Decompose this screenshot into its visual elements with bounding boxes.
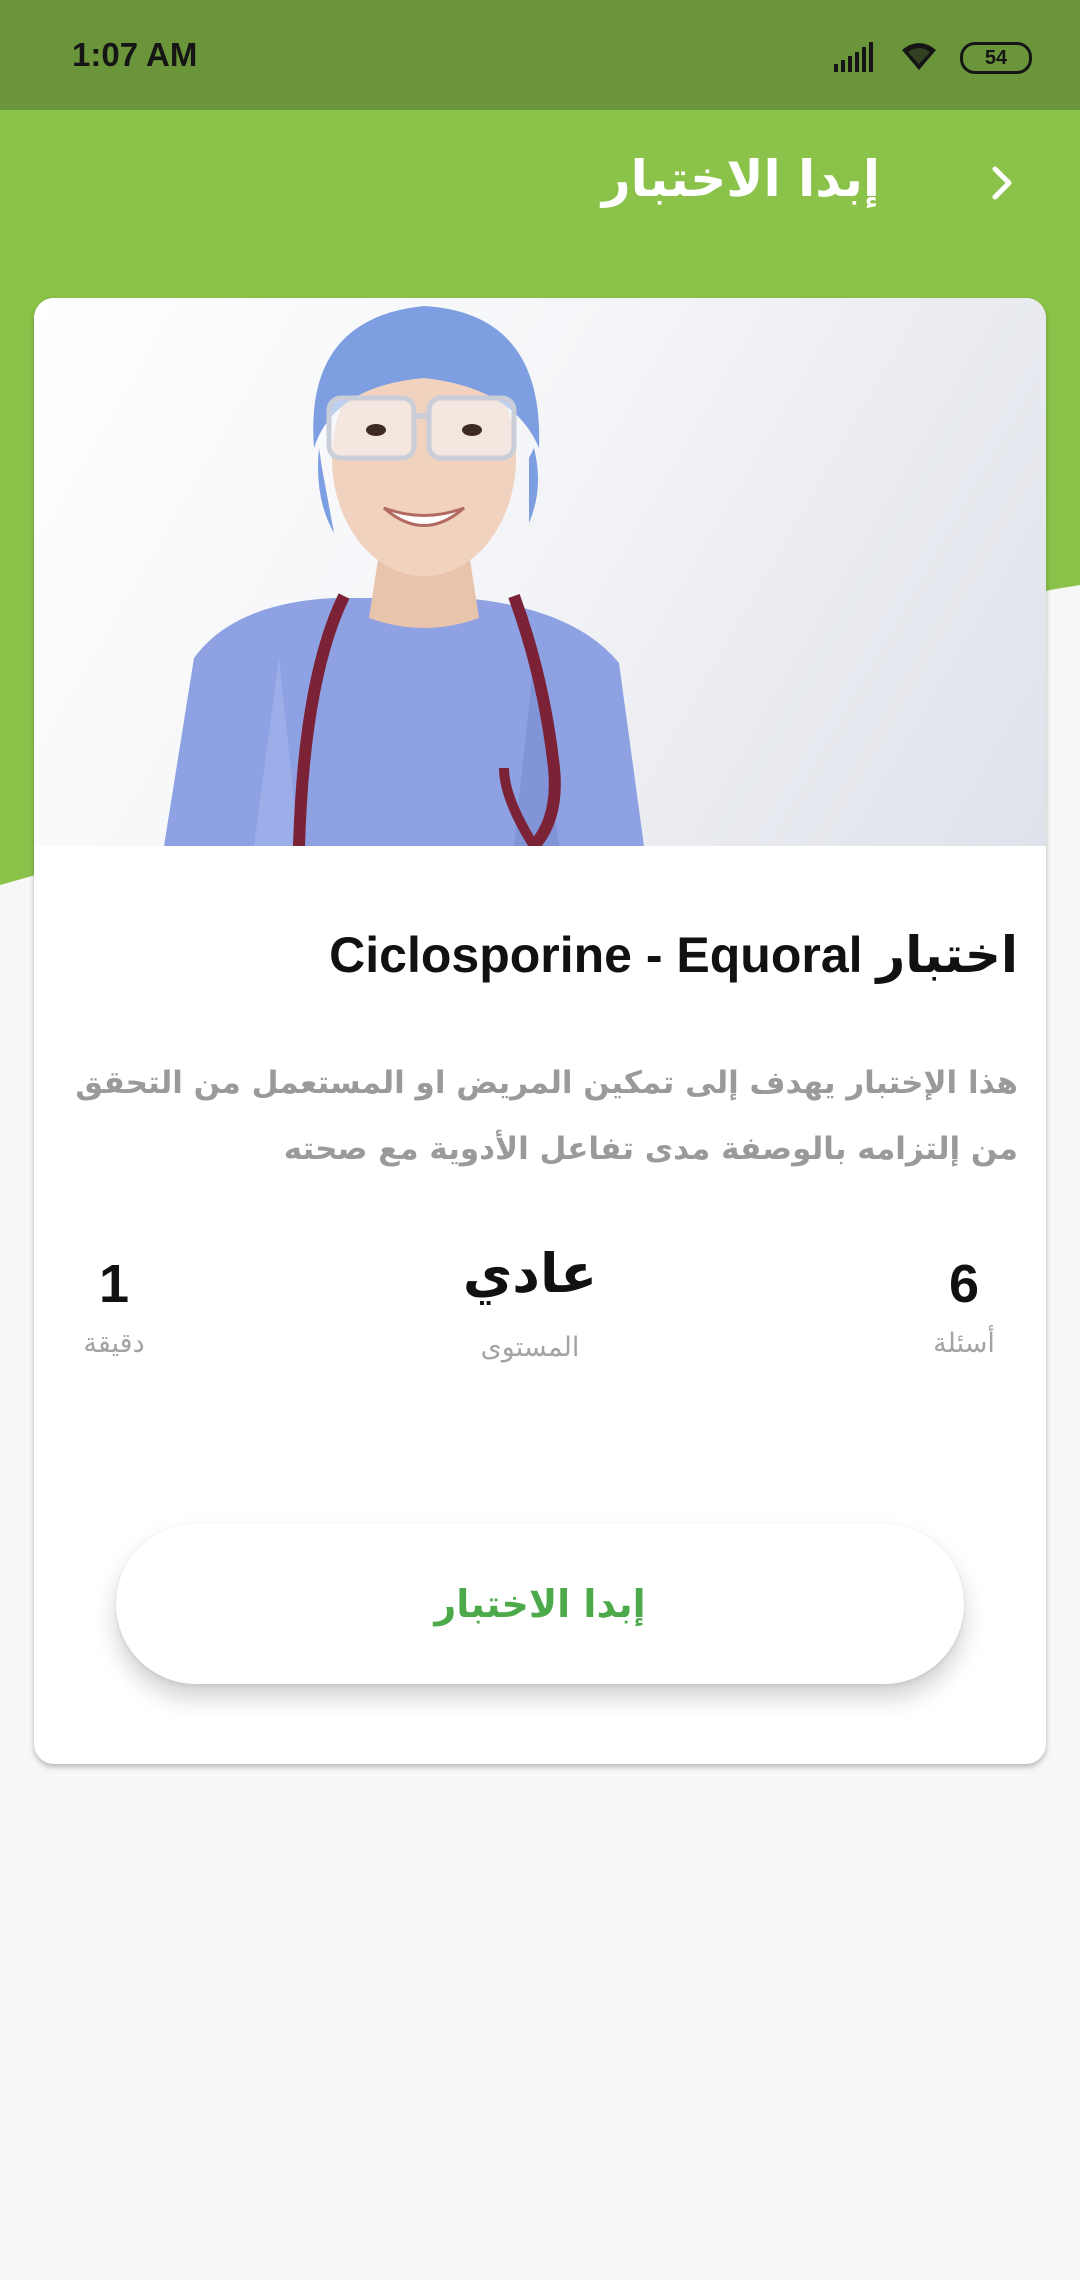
- status-icons: 54: [834, 38, 1032, 78]
- duration-label: دقيقة: [83, 1328, 145, 1359]
- page-title: إبدا الاختبار: [601, 150, 880, 208]
- level-value: عادي: [462, 1244, 598, 1304]
- nurse-photo: [34, 298, 1046, 850]
- battery-icon: 54: [960, 42, 1032, 74]
- duration-value: 1: [98, 1254, 130, 1314]
- level-label: المستوى: [480, 1332, 580, 1363]
- status-time: 1:07 AM: [72, 36, 198, 73]
- questions-count: 6: [948, 1254, 980, 1314]
- stat-level: عادي المستوى: [430, 1238, 630, 1368]
- chevron-right-icon: [987, 163, 1017, 207]
- signal-icon: [834, 40, 878, 76]
- stat-questions: 6 أسئلة: [894, 1248, 1034, 1364]
- questions-label: أسئلة: [933, 1328, 995, 1359]
- status-bar: 1:07 AM 54: [0, 0, 1080, 110]
- quiz-description: هذا الإختبار يهدف إلى تمكين المريض او ال…: [75, 1065, 1018, 1167]
- quiz-card: اختبار Ciclosporine - Equoral هذا الإختب…: [34, 298, 1046, 1764]
- quiz-title: اختبار Ciclosporine - Equoral: [329, 927, 1018, 983]
- stat-duration: 1 دقيقة: [44, 1248, 184, 1364]
- start-quiz-button[interactable]: إبدا الاختبار: [116, 1524, 964, 1684]
- back-button[interactable]: [972, 155, 1032, 215]
- wifi-icon: [898, 40, 940, 76]
